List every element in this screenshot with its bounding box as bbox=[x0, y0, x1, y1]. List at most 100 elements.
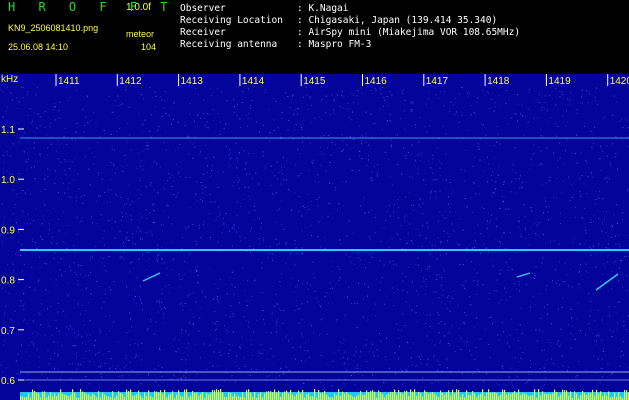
noise-speckle bbox=[293, 138, 294, 140]
noise-speckle bbox=[308, 208, 310, 210]
noise-speckle bbox=[399, 345, 400, 347]
activity-bar bbox=[288, 393, 290, 400]
noise-speckle bbox=[515, 178, 517, 180]
noise-speckle bbox=[32, 238, 34, 240]
noise-speckle bbox=[159, 166, 161, 168]
noise-speckle bbox=[502, 367, 504, 369]
activity-bar bbox=[158, 392, 160, 400]
noise-speckle bbox=[50, 306, 52, 307]
noise-speckle bbox=[477, 224, 479, 226]
noise-speckle bbox=[2, 116, 4, 118]
noise-speckle bbox=[158, 302, 160, 304]
noise-speckle bbox=[286, 335, 288, 337]
noise-speckle bbox=[214, 323, 216, 325]
noise-speckle bbox=[594, 203, 596, 205]
noise-speckle bbox=[123, 245, 125, 247]
noise-speckle bbox=[602, 198, 604, 200]
activity-bar bbox=[190, 395, 192, 400]
noise-speckle bbox=[379, 289, 381, 291]
noise-speckle bbox=[606, 145, 608, 147]
noise-speckle bbox=[10, 155, 12, 157]
noise-speckle bbox=[409, 223, 411, 225]
activity-bar bbox=[402, 394, 404, 400]
noise-speckle bbox=[33, 220, 35, 222]
noise-speckle bbox=[545, 181, 547, 183]
noise-speckle bbox=[585, 270, 587, 272]
noise-speckle bbox=[75, 132, 77, 133]
noise-speckle bbox=[320, 136, 322, 138]
noise-speckle bbox=[383, 227, 385, 229]
noise-speckle bbox=[597, 196, 599, 198]
activity-bar bbox=[604, 392, 606, 400]
noise-speckle bbox=[614, 261, 616, 263]
noise-speckle bbox=[201, 289, 203, 291]
noise-speckle bbox=[622, 212, 624, 214]
noise-speckle bbox=[490, 98, 492, 100]
location-label: Receiving Location bbox=[180, 15, 283, 26]
noise-speckle bbox=[554, 240, 556, 242]
noise-speckle bbox=[412, 102, 414, 104]
noise-speckle bbox=[207, 266, 209, 268]
noise-speckle bbox=[214, 329, 216, 331]
noise-speckle bbox=[297, 175, 299, 177]
noise-speckle bbox=[480, 253, 482, 254]
noise-speckle bbox=[72, 179, 74, 181]
noise-speckle bbox=[164, 308, 166, 310]
noise-speckle bbox=[210, 95, 212, 97]
noise-speckle bbox=[186, 227, 187, 229]
noise-speckle bbox=[444, 210, 446, 212]
noise-speckle bbox=[108, 95, 110, 97]
noise-speckle bbox=[489, 356, 491, 358]
noise-speckle bbox=[182, 275, 184, 277]
noise-speckle bbox=[449, 310, 451, 312]
noise-speckle bbox=[166, 205, 168, 207]
noise-speckle bbox=[474, 358, 476, 360]
noise-speckle bbox=[510, 117, 512, 119]
noise-speckle bbox=[503, 181, 505, 183]
noise-speckle bbox=[318, 196, 320, 198]
noise-speckle bbox=[300, 360, 302, 362]
noise-speckle bbox=[470, 197, 472, 199]
noise-speckle bbox=[218, 206, 220, 208]
noise-speckle bbox=[264, 91, 266, 93]
noise-speckle bbox=[238, 179, 240, 181]
noise-speckle bbox=[556, 178, 558, 180]
noise-speckle bbox=[550, 117, 552, 119]
noise-speckle bbox=[168, 216, 170, 218]
noise-speckle bbox=[83, 357, 85, 359]
noise-speckle bbox=[423, 276, 424, 278]
activity-bar bbox=[480, 393, 482, 400]
noise-speckle bbox=[14, 203, 16, 205]
noise-speckle bbox=[297, 285, 299, 287]
noise-speckle bbox=[609, 163, 611, 165]
noise-speckle bbox=[328, 203, 330, 205]
noise-speckle bbox=[345, 180, 347, 182]
noise-speckle bbox=[18, 281, 20, 283]
noise-speckle bbox=[524, 228, 526, 229]
noise-speckle bbox=[238, 187, 240, 189]
noise-speckle bbox=[417, 169, 419, 171]
noise-speckle bbox=[490, 214, 492, 216]
noise-speckle bbox=[616, 101, 618, 103]
noise-speckle bbox=[196, 200, 198, 202]
noise-speckle bbox=[302, 136, 304, 138]
noise-speckle bbox=[196, 244, 198, 246]
noise-speckle bbox=[216, 328, 217, 330]
noise-speckle bbox=[585, 185, 587, 187]
activity-bar bbox=[334, 393, 336, 400]
noise-speckle bbox=[153, 161, 155, 163]
noise-speckle bbox=[509, 296, 511, 298]
noise-speckle bbox=[385, 295, 387, 297]
noise-speckle bbox=[161, 301, 163, 303]
noise-speckle bbox=[15, 360, 17, 362]
noise-speckle bbox=[439, 364, 441, 366]
noise-speckle bbox=[331, 94, 333, 96]
noise-speckle bbox=[100, 214, 102, 216]
noise-speckle bbox=[250, 252, 252, 254]
activity-bar bbox=[272, 392, 274, 400]
noise-speckle bbox=[17, 353, 19, 355]
noise-speckle bbox=[432, 172, 434, 174]
activity-bar bbox=[52, 396, 54, 400]
noise-speckle bbox=[484, 95, 485, 97]
noise-speckle bbox=[579, 191, 581, 192]
